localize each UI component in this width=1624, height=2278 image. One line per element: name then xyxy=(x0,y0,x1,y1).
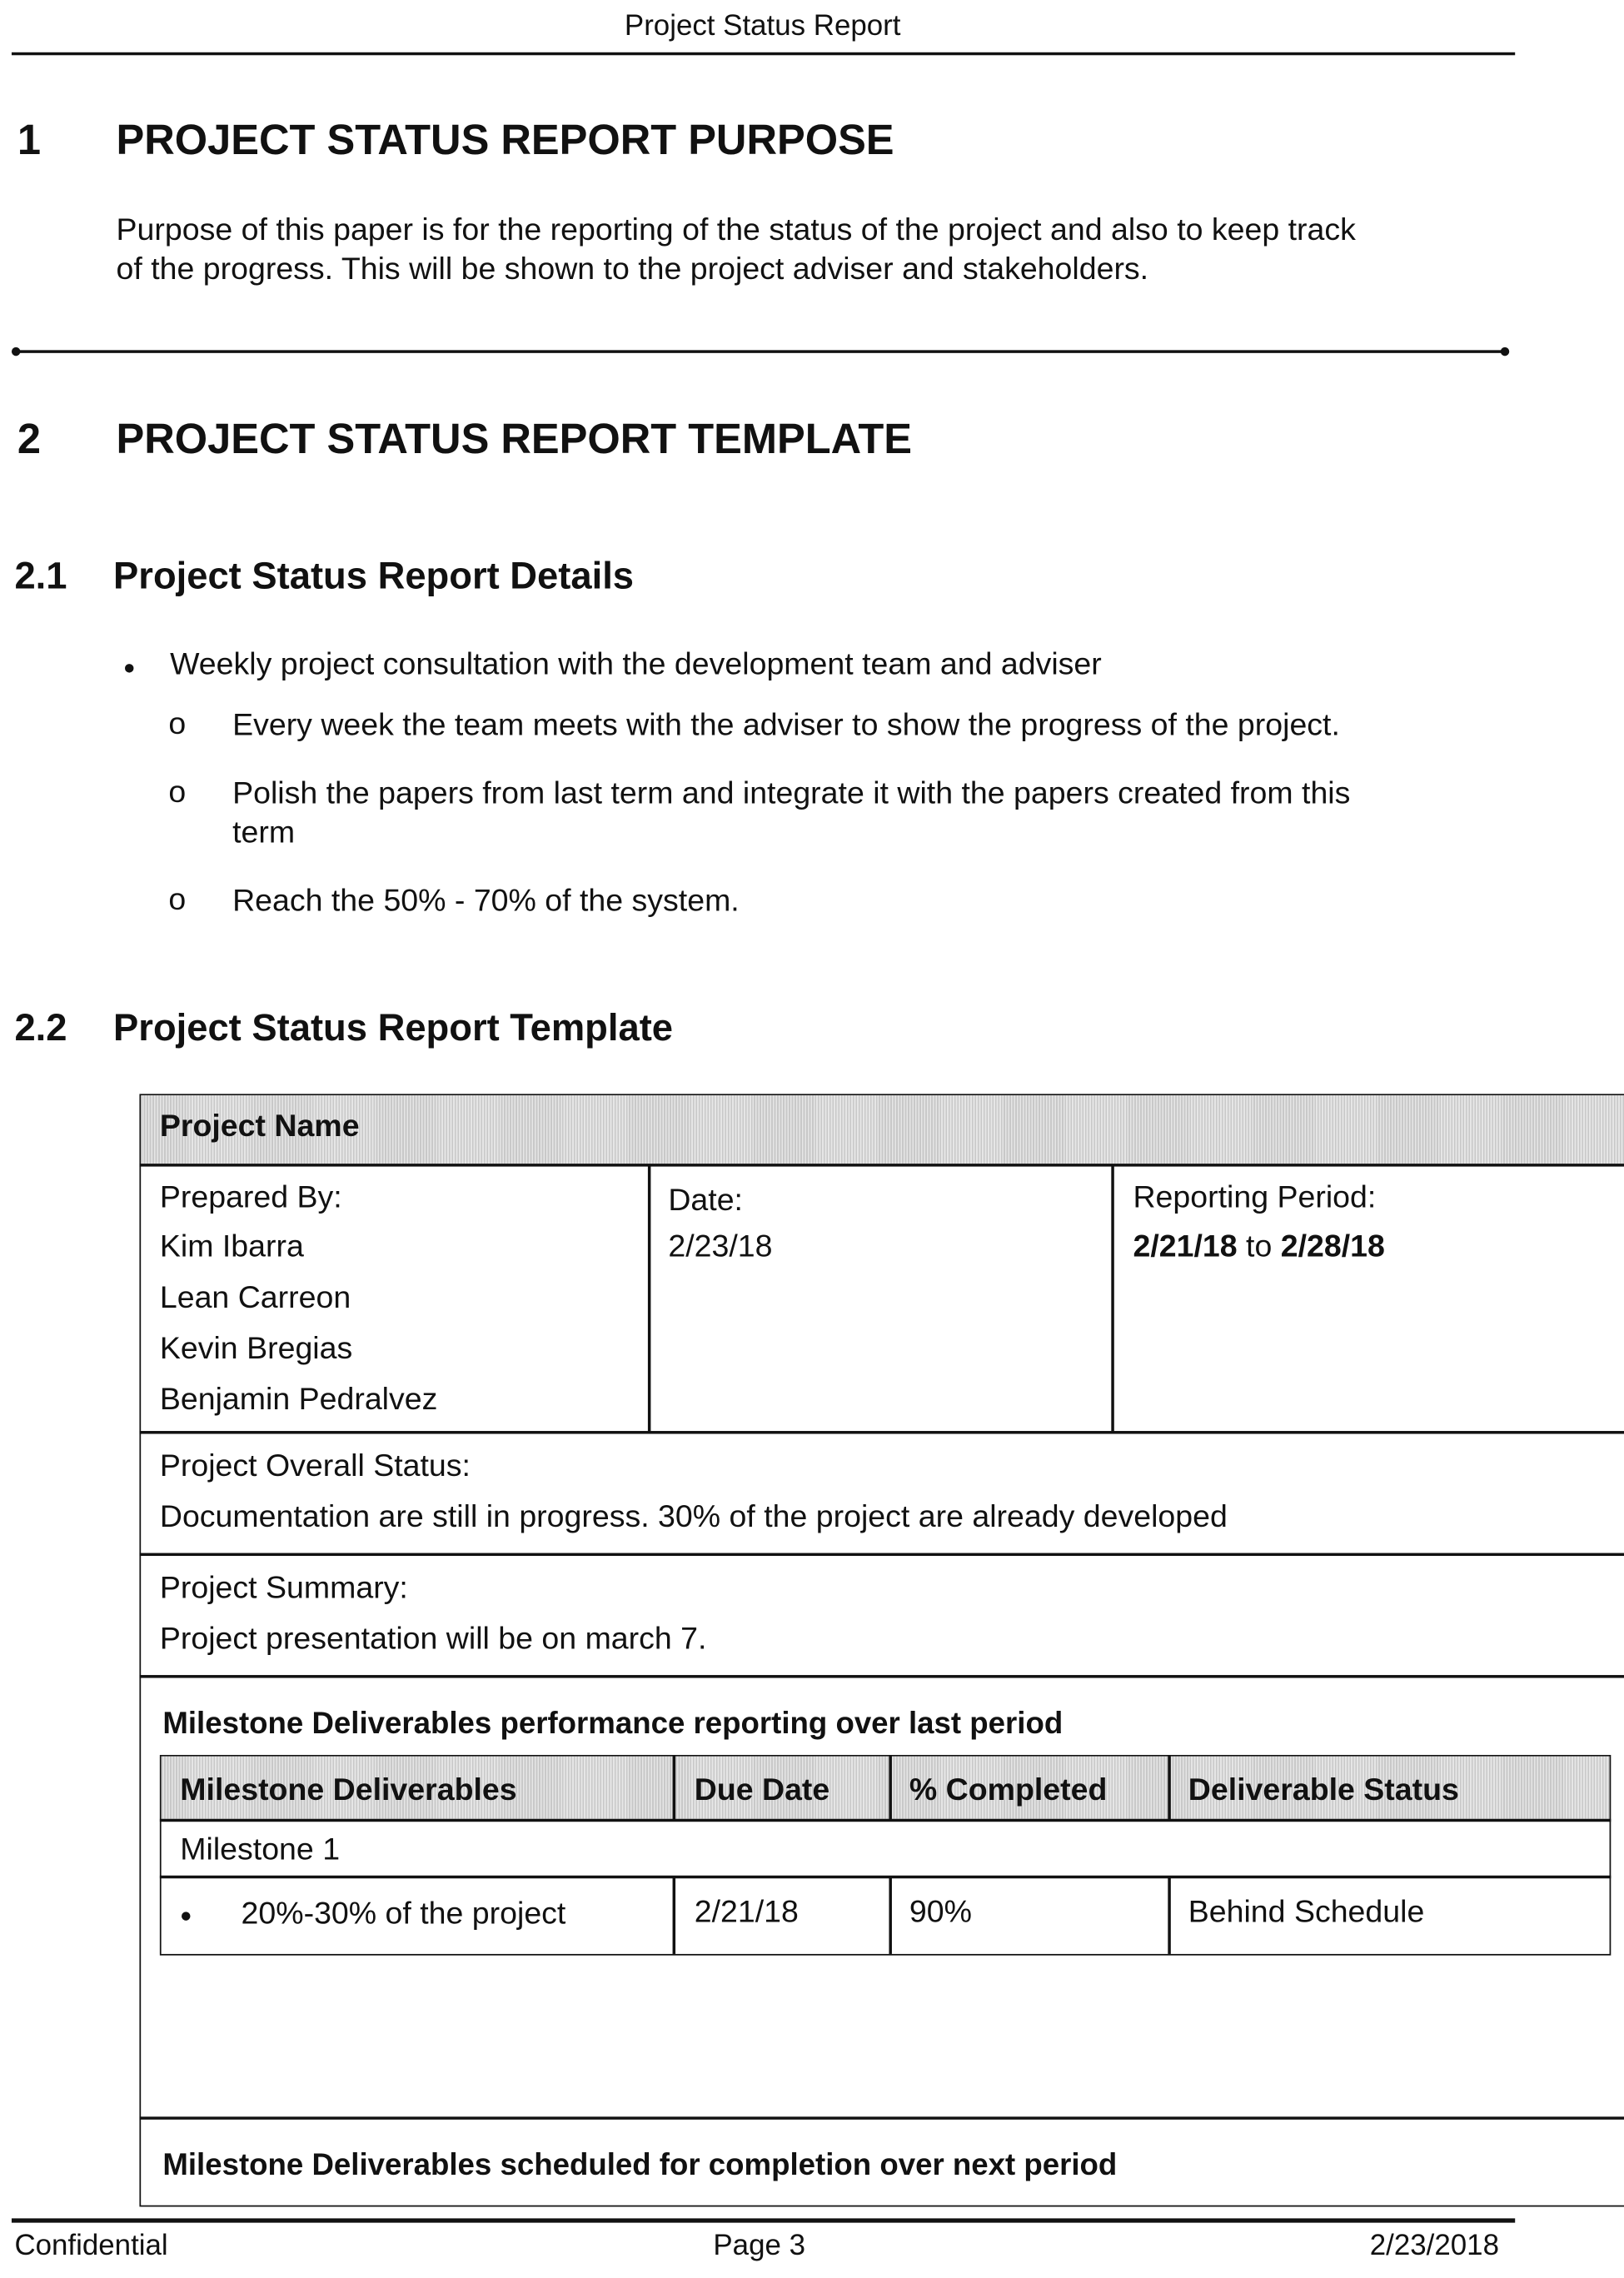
column-divider xyxy=(1111,1164,1113,1433)
section-1-number: 1 xyxy=(17,117,42,165)
period-start: 2/21/18 xyxy=(1133,1229,1238,1264)
section-2-title: PROJECT STATUS REPORT TEMPLATE xyxy=(116,416,913,464)
section-2-2-number: 2.2 xyxy=(14,1004,67,1049)
sub-bullet-item: term xyxy=(232,815,296,850)
column-divider xyxy=(672,1877,675,1954)
project-name-header-row xyxy=(141,1095,1624,1164)
column-header: Due Date xyxy=(694,1772,830,1807)
header-rule xyxy=(11,52,1516,56)
column-header: % Completed xyxy=(909,1772,1108,1807)
row-divider xyxy=(139,1553,1624,1557)
column-divider xyxy=(889,1754,892,1821)
summary-label: Project Summary: xyxy=(159,1570,408,1606)
next-period-heading: Milestone Deliverables scheduled for com… xyxy=(162,2148,1118,2182)
column-divider xyxy=(1168,1754,1170,1821)
deliverable-cell: 20%-30% of the project xyxy=(241,1896,566,1932)
column-header: Milestone Deliverables xyxy=(180,1772,517,1807)
column-divider xyxy=(889,1877,892,1954)
reporting-period-value: 2/21/18 to 2/28/18 xyxy=(1133,1229,1384,1266)
row-divider xyxy=(139,2116,1624,2120)
date-value: 2/23/18 xyxy=(668,1229,773,1264)
prepared-by-name: Kim Ibarra xyxy=(159,1229,304,1264)
reporting-period-label: Reporting Period: xyxy=(1133,1179,1377,1215)
column-divider xyxy=(647,1164,650,1433)
status-cell: Behind Schedule xyxy=(1188,1894,1425,1930)
project-name-label: Project Name xyxy=(159,1108,360,1144)
divider-end-dot xyxy=(1500,346,1510,356)
footer-date: 2/23/2018 xyxy=(1369,2230,1499,2262)
divider-end-dot xyxy=(11,346,21,356)
overall-status-label: Project Overall Status: xyxy=(159,1448,471,1483)
row-divider xyxy=(139,1431,1624,1434)
column-divider xyxy=(1168,1877,1170,1954)
milestone-group: Milestone 1 xyxy=(180,1832,341,1867)
sub-bullet-marker: o xyxy=(168,881,187,917)
bullet-icon xyxy=(182,1912,191,1921)
row-divider xyxy=(159,1818,1612,1822)
period-to: to xyxy=(1246,1229,1273,1264)
sub-bullet-item: Every week the team meets with the advis… xyxy=(232,707,1340,743)
prepared-by-name: Benjamin Pedralvez xyxy=(159,1381,438,1417)
row-divider xyxy=(159,1875,1612,1879)
date-label: Date: xyxy=(668,1182,743,1218)
sub-bullet-item: Polish the papers from last term and int… xyxy=(232,775,1351,811)
section-2-2-title: Project Status Report Template xyxy=(113,1004,674,1049)
sub-bullet-item: Reach the 50% - 70% of the system. xyxy=(232,883,740,919)
row-divider xyxy=(139,1164,1624,1167)
due-date-cell: 2/21/18 xyxy=(694,1894,799,1930)
bullet-item: Weekly project consultation with the dev… xyxy=(170,646,1102,682)
footer-rule xyxy=(11,2218,1516,2223)
document-page: Project Status Report 1 PROJECT STATUS R… xyxy=(0,0,1624,2278)
prepared-by-name: Kevin Bregias xyxy=(159,1330,353,1366)
section-2-1-number: 2.1 xyxy=(14,553,67,597)
section-2-1-title: Project Status Report Details xyxy=(113,553,635,597)
sub-bullet-marker: o xyxy=(168,705,187,741)
section-1-paragraph-line: Purpose of this paper is for the reporti… xyxy=(116,212,1356,247)
section-divider xyxy=(14,350,1507,352)
row-divider xyxy=(139,1675,1624,1678)
footer-page-number: Page 3 xyxy=(713,2230,805,2262)
section-1-title: PROJECT STATUS REPORT PURPOSE xyxy=(116,117,894,165)
section-2-number: 2 xyxy=(17,416,42,464)
sub-bullet-marker: o xyxy=(168,774,187,810)
bullet-icon xyxy=(125,664,134,673)
summary-value: Project presentation will be on march 7. xyxy=(159,1621,707,1657)
footer-confidential: Confidential xyxy=(14,2230,168,2262)
column-header: Deliverable Status xyxy=(1188,1772,1459,1807)
last-period-heading: Milestone Deliverables performance repor… xyxy=(162,1707,1064,1741)
overall-status-value: Documentation are still in progress. 30%… xyxy=(159,1499,1228,1534)
column-divider xyxy=(672,1754,675,1821)
prepared-by-label: Prepared By: xyxy=(159,1179,342,1215)
prepared-by-name: Lean Carreon xyxy=(159,1279,351,1315)
period-end: 2/28/18 xyxy=(1280,1229,1385,1264)
completed-cell: 90% xyxy=(909,1894,972,1930)
section-1-paragraph-line: of the progress. This will be shown to t… xyxy=(116,251,1149,287)
page-header-title: Project Status Report xyxy=(624,10,901,42)
